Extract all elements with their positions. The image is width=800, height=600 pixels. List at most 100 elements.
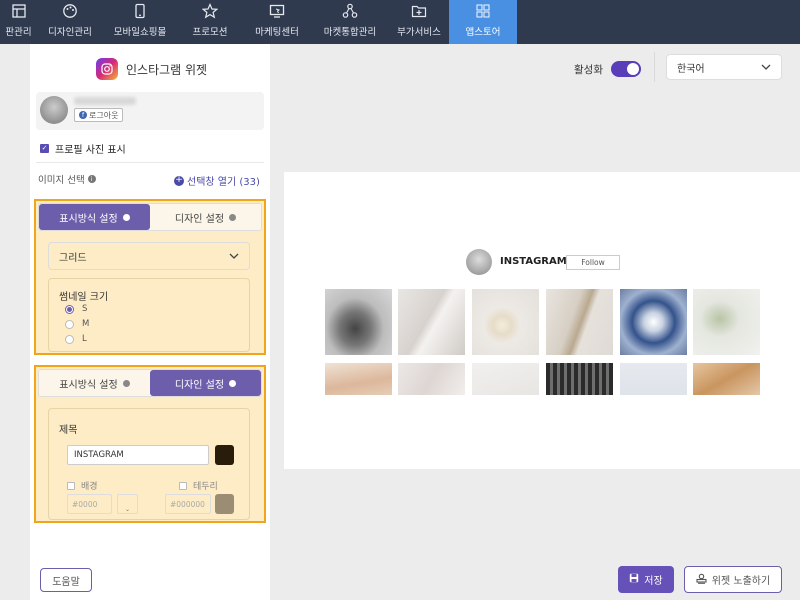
widget-title-text: 인스타그램 위젯 <box>126 62 208 77</box>
thumbnail-size-card: 썸네일 크기 S M L <box>48 278 250 352</box>
checkbox-icon <box>179 481 187 490</box>
background-color-placeholder: #0000 <box>72 499 98 509</box>
preview-photo[interactable] <box>620 289 687 355</box>
layout-select[interactable]: 그리드 <box>48 242 250 270</box>
tab-label: 표시방식 설정 <box>59 213 118 225</box>
open-selector-link[interactable]: + 선택창 열기 (33) <box>174 173 260 188</box>
radio-icon <box>65 334 74 344</box>
title-input-value: INSTAGRAM <box>74 450 124 460</box>
size-option-l[interactable]: L <box>65 334 87 344</box>
layout-select-value: 그리드 <box>59 252 87 264</box>
settings-panel: 인스타그램 위젯 f 로그아웃 ✓ 프로필 사진 표시 이미지 선택 i + 선… <box>30 44 270 600</box>
nav-label: 프로모션 <box>192 27 228 38</box>
dot-icon <box>122 379 130 387</box>
floppy-disk-icon <box>629 573 639 586</box>
tab-design-settings[interactable]: 디자인 설정 <box>150 370 261 396</box>
checkbox-icon <box>67 481 75 490</box>
language-select[interactable]: 한국어 <box>666 54 782 80</box>
expose-widget-button[interactable]: 위젯 노출하기 <box>684 566 782 593</box>
avatar <box>40 96 68 124</box>
facebook-icon: f <box>79 111 87 119</box>
background-color-input[interactable]: #0000 <box>67 494 112 514</box>
preview-photo[interactable] <box>325 363 392 395</box>
preview-avatar <box>466 249 492 275</box>
follow-button[interactable]: Follow <box>566 255 620 270</box>
chevron-down-icon <box>229 251 239 262</box>
activate-control: 활성화 <box>574 61 641 77</box>
profile-card: f 로그아웃 <box>36 92 264 130</box>
preview-photo[interactable] <box>620 363 687 395</box>
tab-label: 디자인 설정 <box>174 213 225 225</box>
logout-label: 로그아웃 <box>89 110 119 120</box>
tab-display-settings[interactable]: 표시방식 설정 <box>39 204 150 230</box>
expose-widget-label: 위젯 노출하기 <box>711 576 771 587</box>
dot-icon <box>122 213 130 221</box>
design-settings-box: 표시방식 설정 디자인 설정 제목 INSTAGRAM 배경 테두리 #0000… <box>34 365 266 523</box>
chevron-down-icon: ⌄ <box>124 506 131 513</box>
top-nav: 판관리 디자인관리 모바일쇼핑몰 프로모션 마케팅센터 마켓통합관리 부가서비스… <box>0 0 800 44</box>
divider <box>36 162 264 163</box>
show-profile-checkbox[interactable]: ✓ 프로필 사진 표시 <box>40 141 126 156</box>
nav-item-design[interactable]: 디자인관리 <box>37 0 103 44</box>
tab-design-settings[interactable]: 디자인 설정 <box>150 204 261 230</box>
nav-item-marketing[interactable]: 마케팅센터 <box>243 0 311 44</box>
help-button[interactable]: 도움말 <box>40 568 92 592</box>
border-color-swatch[interactable] <box>215 494 234 514</box>
stamp-icon <box>696 573 707 587</box>
logout-button[interactable]: f 로그아웃 <box>74 108 124 122</box>
preview-photo[interactable] <box>325 289 392 355</box>
preview-photo[interactable] <box>546 289 613 355</box>
background-checkbox[interactable]: 배경 <box>67 479 98 492</box>
widget-preview: INSTAGRAM Follow <box>284 172 800 469</box>
preview-photo[interactable] <box>472 363 539 395</box>
tab-display-settings[interactable]: 표시방식 설정 <box>39 370 150 396</box>
show-profile-label: 프로필 사진 표시 <box>55 145 126 156</box>
border-label: 테두리 <box>193 482 218 492</box>
nav-label: 디자인관리 <box>48 27 92 38</box>
design-card: 제목 INSTAGRAM 배경 테두리 #0000 ⌄ #000000 <box>48 408 250 520</box>
nav-label: 판관리 <box>5 27 32 38</box>
preview-account-name: INSTAGRAM <box>500 256 567 267</box>
border-checkbox[interactable]: 테두리 <box>179 479 218 492</box>
save-button[interactable]: 저장 <box>618 566 674 593</box>
help-label: 도움말 <box>52 576 80 588</box>
preview-photo[interactable] <box>693 363 760 395</box>
settings-tabs: 표시방식 설정 디자인 설정 <box>38 203 262 231</box>
nav-item-promotion[interactable]: 프로모션 <box>177 0 243 44</box>
title-input[interactable]: INSTAGRAM <box>67 445 209 465</box>
preview-photo[interactable] <box>546 363 613 395</box>
dot-icon <box>229 379 237 387</box>
size-option-m[interactable]: M <box>65 319 89 329</box>
open-selector-text: 선택창 열기 (33) <box>187 177 260 188</box>
size-option-s[interactable]: S <box>65 304 87 314</box>
divider <box>654 52 655 82</box>
preview-photo[interactable] <box>398 289 465 355</box>
activate-toggle[interactable] <box>610 61 641 77</box>
layout-icon <box>10 2 28 20</box>
background-select[interactable]: ⌄ <box>117 494 138 514</box>
preview-photo[interactable] <box>472 289 539 355</box>
tab-label: 표시방식 설정 <box>59 379 118 391</box>
title-color-swatch[interactable] <box>215 445 234 465</box>
nav-item-appstore[interactable]: 앱스토어 <box>449 0 517 44</box>
border-color-input[interactable]: #000000 <box>165 494 211 514</box>
thumbnail-size-title: 썸네일 크기 <box>59 292 109 303</box>
title-field-label: 제목 <box>59 425 78 436</box>
nav-item-mobile-shop[interactable]: 모바일쇼핑몰 <box>103 0 177 44</box>
info-icon[interactable]: i <box>87 175 96 183</box>
instagram-logo-icon <box>96 58 118 80</box>
nav-item-market-integration[interactable]: 마켓통합관리 <box>311 0 389 44</box>
size-label: M <box>82 319 90 329</box>
language-value: 한국어 <box>677 63 705 75</box>
preview-photo[interactable] <box>693 289 760 355</box>
preview-photo[interactable] <box>398 363 465 395</box>
nav-item-design-layout[interactable]: 판관리 <box>0 0 37 44</box>
star-icon <box>201 2 219 20</box>
radio-selected-icon <box>65 304 74 314</box>
display-settings-box: 표시방식 설정 디자인 설정 그리드 썸네일 크기 S M L <box>34 199 266 355</box>
left-gutter <box>0 44 30 600</box>
nav-label: 부가서비스 <box>397 27 441 38</box>
apps-grid-icon <box>474 2 492 20</box>
nav-item-addon[interactable]: 부가서비스 <box>389 0 449 44</box>
save-label: 저장 <box>644 576 663 587</box>
